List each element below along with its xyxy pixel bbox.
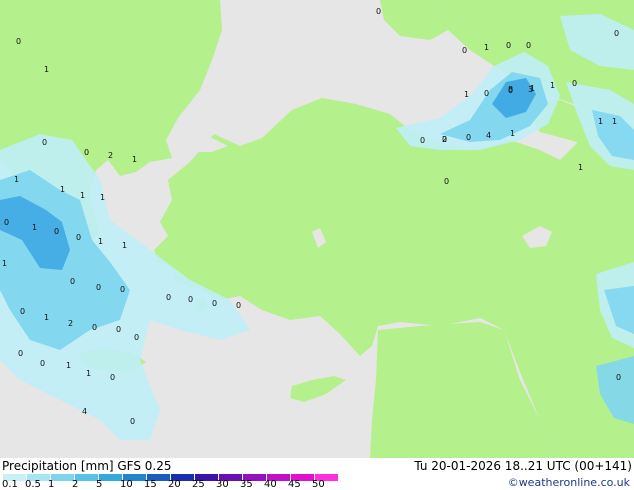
precip-value-label: 0 — [166, 293, 171, 302]
legend-tick-label: 10 — [120, 479, 133, 490]
legend-tick-label: 2 — [72, 479, 79, 490]
precip-value-label: 0 — [76, 233, 81, 242]
map-title: Precipitation [mm] GFS 0.25 — [2, 459, 172, 473]
precip-value-label: 0 — [20, 307, 25, 316]
precip-value-label: 1 — [66, 361, 71, 370]
precip-value-label: 8 — [508, 85, 513, 94]
precip-value-label: 0 — [572, 79, 577, 88]
legend-tick-label: 15 — [144, 479, 157, 490]
legend-tick-label: 20 — [168, 479, 181, 490]
precip-value-label: 0 — [484, 89, 489, 98]
precip-value-label: 2 — [68, 319, 73, 328]
precip-value-label: 1 — [100, 193, 105, 202]
site-credit-link[interactable]: ©weatheronline.co.uk — [508, 476, 630, 489]
precip-value-label: 3 — [528, 85, 533, 94]
precip-value-label: 1 — [132, 155, 137, 164]
precip-value-label: 0 — [236, 301, 241, 310]
precip-value-label: 1 — [14, 175, 19, 184]
precip-value-label: 0 — [614, 29, 619, 38]
precip-value-label: 1 — [510, 129, 515, 138]
precip-value-label: 0 — [96, 283, 101, 292]
legend-tick-label: 0.1 — [2, 479, 18, 490]
precip-value-label: 0 — [116, 325, 121, 334]
precip-value-label: 0 — [84, 148, 89, 157]
precip-value-label: 0 — [420, 136, 425, 145]
precip-value-label: 1 — [612, 117, 617, 126]
precip-value-label: 2 — [442, 135, 447, 144]
precip-value-label: 0 — [40, 359, 45, 368]
legend-tick-label: 50 — [312, 479, 325, 490]
precip-value-label: 0 — [134, 333, 139, 342]
precip-value-label: 1 — [122, 241, 127, 250]
precip-value-label: 1 — [578, 163, 583, 172]
precip-value-label: 0 — [376, 7, 381, 16]
legend-tick-label: 45 — [288, 479, 301, 490]
precip-value-label: 1 — [32, 223, 37, 232]
precip-value-label: 0 — [54, 227, 59, 236]
legend-tick-label: 0.5 — [25, 479, 41, 490]
map-footer: Precipitation [mm] GFS 0.25 Tu 20-01-202… — [0, 458, 634, 490]
precip-value-label: 0 — [18, 349, 23, 358]
precip-value-label: 1 — [98, 237, 103, 246]
precip-value-label: 0 — [444, 177, 449, 186]
forecast-time: Tu 20-01-2026 18..21 UTC (00+141) — [414, 459, 632, 473]
map-canvas: 00 1 0 01 0 0 18 3 1 01 110 02 0 4 1000100 2 1111 101 00 1 1… — [0, 0, 634, 458]
precip-value-label: 0 — [42, 138, 47, 147]
precip-value-label: 1 — [44, 65, 49, 74]
legend-tick-label: 1 — [48, 479, 55, 490]
precip-value-label: 0 — [526, 41, 531, 50]
precipitation-map: 0010010018310111002041000100211111010011… — [0, 0, 634, 458]
precip-value-label: 4 — [82, 407, 87, 416]
precip-value-label: 1 — [464, 90, 469, 99]
precip-value-label: 0 — [616, 373, 621, 382]
legend-tick-label: 25 — [192, 479, 205, 490]
precip-value-label: 1 — [550, 81, 555, 90]
precip-value-label: 0 — [4, 218, 9, 227]
legend-tick-label: 35 — [240, 479, 253, 490]
precip-value-label: 0 — [462, 46, 467, 55]
legend-ticks: 0.1 0.5 1 2 5 10 15 20 25 30 35 40 45 50 — [0, 480, 340, 490]
precip-value-label: 4 — [486, 131, 491, 140]
precip-value-label: 0 — [110, 373, 115, 382]
precip-value-label: 0 — [92, 323, 97, 332]
precip-value-label: 1 — [598, 117, 603, 126]
legend-tick-label: 30 — [216, 479, 229, 490]
legend-tick-label: 5 — [96, 479, 103, 490]
precip-value-label: 2 — [108, 151, 113, 160]
precip-value-label: 0 — [506, 41, 511, 50]
precip-value-label: 1 — [44, 313, 49, 322]
precip-value-label: 0 — [130, 417, 135, 426]
precip-value-label: 0 — [212, 299, 217, 308]
precip-value-label: 1 — [60, 185, 65, 194]
precip-value-label: 1 — [2, 259, 7, 268]
precip-value-label: 0 — [70, 277, 75, 286]
precip-value-label: 0 — [16, 37, 21, 46]
precip-value-label: 1 — [86, 369, 91, 378]
precip-value-label: 1 — [80, 191, 85, 200]
precip-value-label: 0 — [466, 133, 471, 142]
precip-value-label: 0 — [188, 295, 193, 304]
precip-value-label: 1 — [484, 43, 489, 52]
legend-tick-label: 40 — [264, 479, 277, 490]
precip-value-label: 0 — [120, 285, 125, 294]
